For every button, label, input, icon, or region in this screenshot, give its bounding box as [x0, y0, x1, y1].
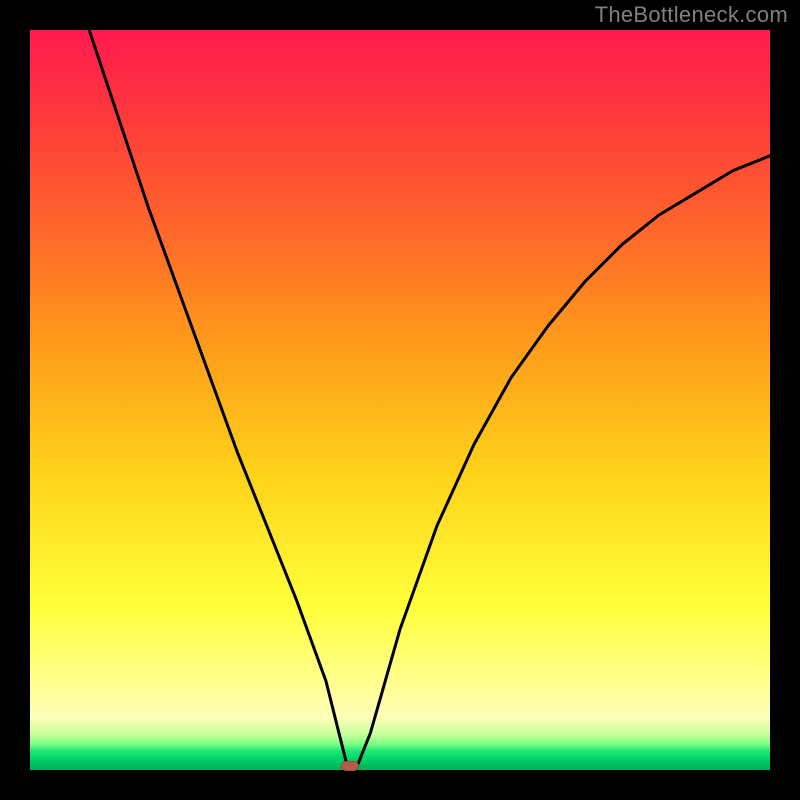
chart-plot-area [30, 30, 770, 770]
chart-curve [30, 30, 770, 770]
watermark-text: TheBottleneck.com [595, 2, 788, 28]
chart-frame: TheBottleneck.com [0, 0, 800, 800]
chart-marker-point [341, 761, 359, 771]
